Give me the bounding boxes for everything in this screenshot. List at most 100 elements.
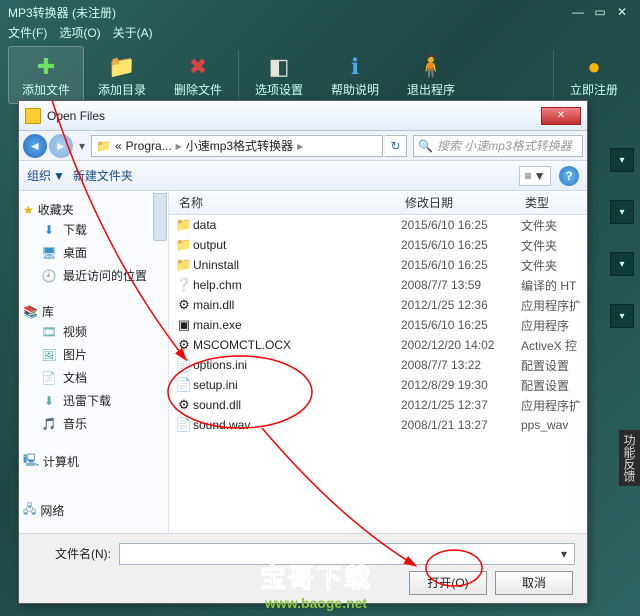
nav-favorites[interactable]: 收藏夹	[38, 201, 74, 218]
nav-pane: ★ 收藏夹 ⬇下载 🖥桌面 🕘最近访问的位置 📚 库 🎞视频 🖼图片 📄文档 ⬇迅雷…	[19, 191, 169, 533]
file-icon: ▣	[175, 317, 193, 333]
open-file-dialog: Open Files ✕ ◄ ► ▾ 📁 « Progra... ▸ 小速mp3…	[18, 100, 588, 604]
view-mode-button[interactable]: ≡▼	[519, 166, 551, 186]
file-row[interactable]: ▣main.exe2015/6/10 16:25应用程序	[169, 315, 587, 335]
dialog-titlebar: Open Files ✕	[19, 101, 587, 131]
forward-button[interactable]: ►	[49, 134, 73, 158]
nav-recent[interactable]: 🕘最近访问的位置	[23, 264, 164, 287]
delete-icon: ✖	[184, 53, 212, 81]
file-row[interactable]: 📄options.ini2008/7/7 13:22配置设置	[169, 355, 587, 375]
file-row[interactable]: ⚙main.dll2012/1/25 12:36应用程序扩	[169, 295, 587, 315]
file-icon: 📄	[175, 357, 193, 373]
info-icon: ℹ	[341, 53, 369, 81]
new-folder-button[interactable]: 新建文件夹	[73, 167, 133, 184]
organize-button[interactable]: 组织▼	[27, 167, 65, 184]
file-row[interactable]: 📁output2015/6/10 16:25文件夹	[169, 235, 587, 255]
help-icon[interactable]: ?	[559, 166, 579, 186]
minimize-icon[interactable]: —	[568, 4, 588, 20]
dialog-icon	[25, 108, 41, 124]
maximize-icon[interactable]: ▭	[590, 4, 610, 20]
file-row[interactable]: 📄setup.ini2012/8/29 19:30配置设置	[169, 375, 587, 395]
nav-music[interactable]: 🎵音乐	[23, 412, 164, 435]
search-icon: 🔍	[418, 139, 433, 153]
box-icon: ◧	[265, 53, 293, 81]
file-row[interactable]: 📄sound.wav2008/1/21 13:27pps_wav	[169, 415, 587, 435]
chevron-down-icon[interactable]: ▾	[556, 544, 572, 564]
back-button[interactable]: ◄	[23, 134, 47, 158]
nav-downloads[interactable]: ⬇下载	[23, 218, 164, 241]
help-button[interactable]: ℹ帮助说明	[317, 46, 393, 104]
video-icon: 🎞	[41, 324, 57, 340]
nav-network[interactable]: 网络	[40, 502, 64, 519]
app-titlebar: MP3转换器 (未注册) — ▭ ✕	[0, 0, 640, 24]
refresh-button[interactable]: ↻	[385, 135, 407, 157]
scrollbar-thumb[interactable]	[153, 193, 167, 241]
panel-toggle-4[interactable]: ▾	[610, 304, 634, 328]
toolbar: ✚添加文件 📁添加目录 ✖删除文件 ◧选项设置 ℹ帮助说明 🧍退出程序 ●立即注…	[0, 42, 640, 108]
app-title: MP3转换器 (未注册)	[8, 4, 116, 21]
folder-icon: 📁	[108, 53, 136, 81]
feedback-tab[interactable]: 功能反馈	[619, 430, 640, 486]
folder-icon: 📁	[96, 139, 111, 153]
file-icon: 📁	[175, 217, 193, 233]
add-file-button[interactable]: ✚添加文件	[8, 46, 84, 104]
column-headers: 名称 修改日期 类型	[169, 191, 587, 215]
nav-computer[interactable]: 计算机	[43, 453, 79, 470]
breadcrumb[interactable]: 📁 « Progra... ▸ 小速mp3格式转换器 ▸	[91, 135, 383, 157]
plus-icon: ✚	[32, 53, 60, 81]
coin-icon: ●	[580, 53, 608, 81]
menu-options[interactable]: 选项(O)	[59, 24, 100, 42]
col-type[interactable]: 类型	[521, 194, 587, 211]
nav-documents[interactable]: 📄文档	[23, 366, 164, 389]
file-icon: 📄	[175, 417, 193, 433]
add-dir-button[interactable]: 📁添加目录	[84, 46, 160, 104]
dialog-bottom: 文件名(N): ▾ 打开(O) 取消	[19, 533, 587, 603]
nav-libraries[interactable]: 库	[42, 303, 54, 320]
history-dropdown[interactable]: ▾	[75, 134, 89, 158]
register-button[interactable]: ●立即注册	[556, 46, 632, 104]
filename-input[interactable]: ▾	[119, 543, 575, 565]
download-icon: ⬇	[41, 222, 57, 238]
user-exit-icon: 🧍	[417, 53, 445, 81]
panel-toggle-3[interactable]: ▾	[610, 252, 634, 276]
dialog-close-button[interactable]: ✕	[541, 107, 581, 125]
recent-icon: 🕘	[41, 268, 57, 284]
file-row[interactable]: ⚙sound.dll2012/1/25 12:37应用程序扩	[169, 395, 587, 415]
xunlei-icon: ⬇	[41, 393, 57, 409]
file-row[interactable]: ⚙MSCOMCTL.OCX2002/12/20 14:02ActiveX 控	[169, 335, 587, 355]
doc-icon: 📄	[41, 370, 57, 386]
search-input[interactable]: 🔍 搜索 小速mp3格式转换器	[413, 135, 583, 157]
computer-icon: 🖳	[23, 451, 39, 472]
network-icon: 🖧	[23, 500, 36, 521]
file-row[interactable]: 📁data2015/6/10 16:25文件夹	[169, 215, 587, 235]
music-icon: 🎵	[41, 416, 57, 432]
library-icon: 📚	[23, 305, 38, 319]
nav-desktop[interactable]: 🖥桌面	[23, 241, 164, 264]
nav-xunlei[interactable]: ⬇迅雷下载	[23, 389, 164, 412]
star-icon: ★	[23, 203, 34, 217]
menu-about[interactable]: 关于(A)	[113, 24, 153, 42]
col-name[interactable]: 名称	[175, 194, 401, 211]
close-icon[interactable]: ✕	[612, 4, 632, 20]
file-row[interactable]: ❔help.chm2008/7/7 13:59编译的 HT	[169, 275, 587, 295]
open-button[interactable]: 打开(O)	[409, 571, 487, 595]
panel-toggle-1[interactable]: ▾	[610, 148, 634, 172]
picture-icon: 🖼	[41, 347, 57, 363]
menu-file[interactable]: 文件(F)	[8, 24, 47, 42]
col-date[interactable]: 修改日期	[401, 194, 521, 211]
cancel-button[interactable]: 取消	[495, 571, 573, 595]
file-icon: ⚙	[175, 397, 193, 413]
panel-toggle-2[interactable]: ▾	[610, 200, 634, 224]
delete-file-button[interactable]: ✖删除文件	[160, 46, 236, 104]
options-button[interactable]: ◧选项设置	[241, 46, 317, 104]
file-list: 名称 修改日期 类型 📁data2015/6/10 16:25文件夹📁outpu…	[169, 191, 587, 533]
desktop-icon: 🖥	[41, 245, 57, 261]
exit-button[interactable]: 🧍退出程序	[393, 46, 469, 104]
nav-videos[interactable]: 🎞视频	[23, 320, 164, 343]
address-bar: ◄ ► ▾ 📁 « Progra... ▸ 小速mp3格式转换器 ▸ ↻ 🔍 搜…	[19, 131, 587, 161]
dialog-title: Open Files	[47, 109, 105, 123]
file-row[interactable]: 📁Uninstall2015/6/10 16:25文件夹	[169, 255, 587, 275]
view-icon: ≡	[525, 169, 532, 183]
command-bar: 组织▼ 新建文件夹 ≡▼ ?	[19, 161, 587, 191]
nav-pictures[interactable]: 🖼图片	[23, 343, 164, 366]
